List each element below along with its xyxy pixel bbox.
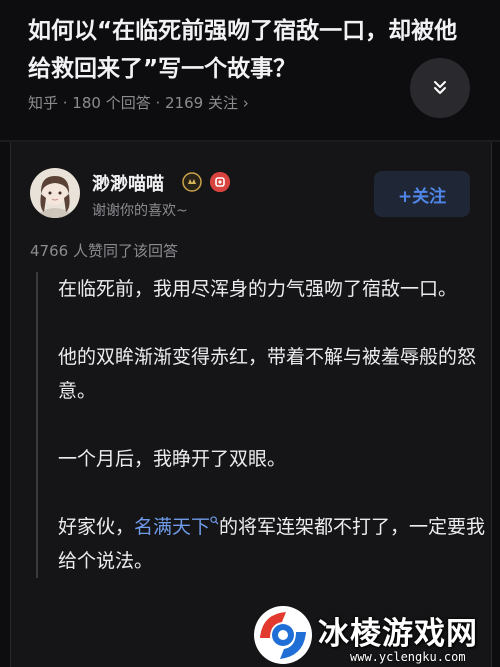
paragraph-2: 他的双眸渐渐变得赤红，带着不解与被羞辱般的怒意。: [58, 346, 477, 402]
answer-content: 在临死前，我用尽浑身的力气强吻了宿敌一口。 他的双眸渐渐变得赤红，带着不解与被羞…: [36, 272, 498, 578]
author-name[interactable]: 渺渺喵喵: [92, 170, 164, 196]
author-bio: 谢谢你的喜欢~: [92, 203, 188, 219]
paragraph-1: 在临死前，我用尽浑身的力气强吻了宿敌一口。: [58, 278, 458, 300]
red-badge-icon[interactable]: [210, 172, 230, 192]
paragraph-4-text: 好家伙，: [58, 516, 135, 538]
avatar[interactable]: [30, 168, 80, 218]
chevron-double-down-icon: [434, 81, 446, 94]
watermark-title: 冰棱游戏网: [318, 616, 478, 652]
question-title[interactable]: 如何以“在临死前强吻了宿敌一口，却被他给救回来了”写一个故事？: [28, 12, 468, 88]
follow-button[interactable]: +关注: [374, 171, 470, 217]
vote-count: 4766 人赞同了该回答: [30, 242, 178, 260]
watermark-url: www.yclengku.com: [350, 650, 466, 664]
question-header: 如何以“在临死前强吻了宿敌一口，却被他给救回来了”写一个故事？ 知乎 · 180…: [0, 0, 500, 136]
paragraph-4: 好家伙，名满天下 的将军连架都不打了，一定要我给个说法。: [58, 510, 498, 578]
gold-medal-icon[interactable]: [182, 172, 202, 192]
search-icon[interactable]: [210, 516, 219, 525]
site-logo-icon: [254, 606, 312, 664]
expand-button[interactable]: [410, 58, 470, 118]
question-meta[interactable]: 知乎 · 180 个回答 · 2169 关注 ›: [28, 92, 249, 113]
search-link[interactable]: 名满天下: [134, 516, 210, 538]
site-watermark: 冰棱游戏网 www.yclengku.com: [252, 604, 500, 667]
paragraph-3: 一个月后，我睁开了双眼。: [58, 448, 287, 470]
